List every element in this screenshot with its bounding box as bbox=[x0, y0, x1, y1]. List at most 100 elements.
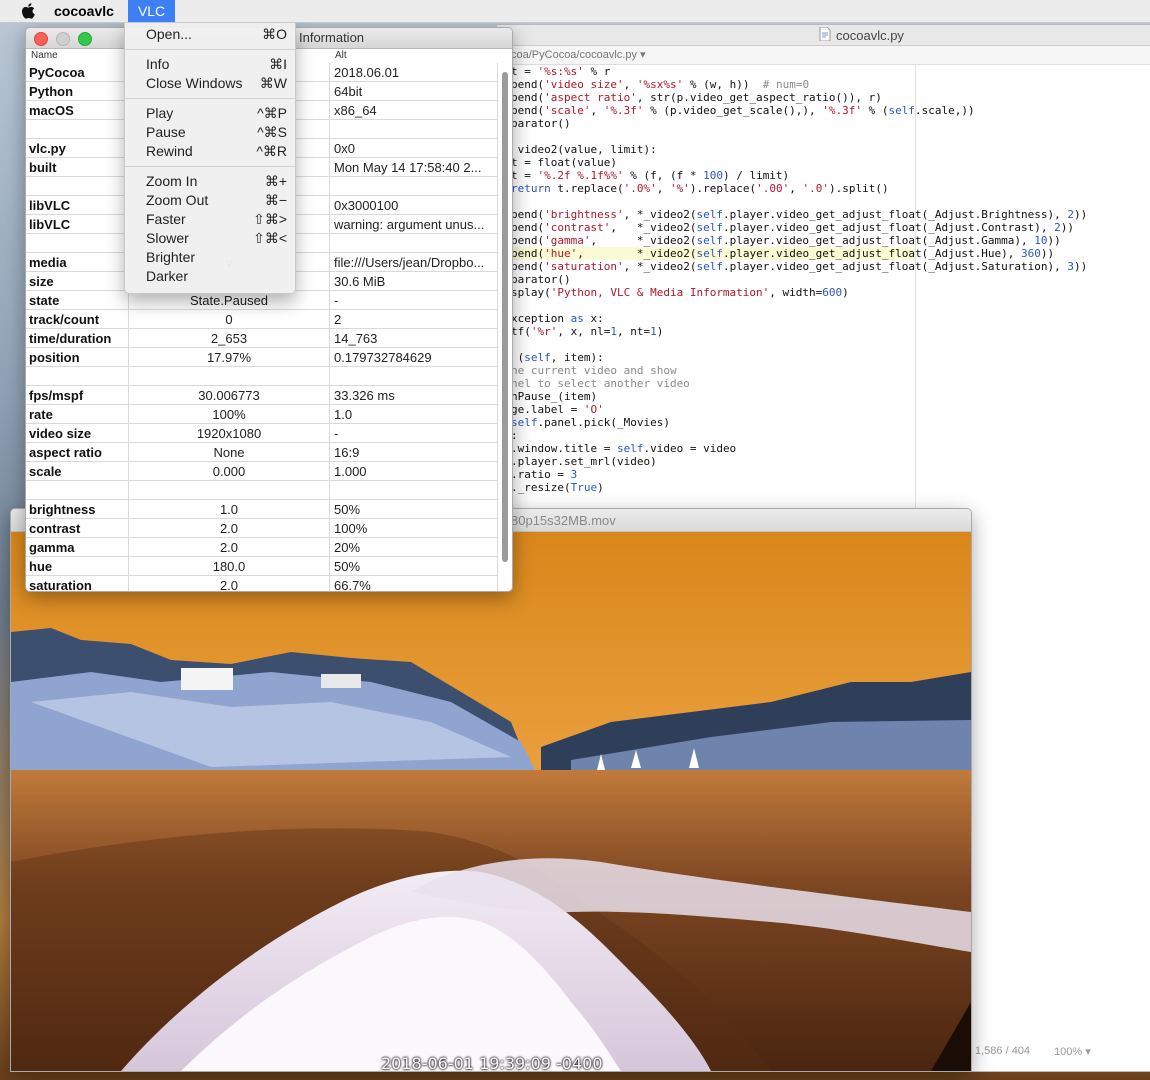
cell-alt: 1.0 bbox=[329, 404, 498, 424]
menu-item-label: Close Windows bbox=[146, 75, 243, 91]
apple-icon[interactable] bbox=[20, 3, 36, 19]
cell-value: 0.000 bbox=[128, 461, 330, 481]
cell-name: saturation bbox=[26, 575, 129, 591]
menu-item-darker[interactable]: Darker bbox=[125, 267, 295, 286]
scrollbar-thumb[interactable] bbox=[502, 72, 508, 562]
menu-item-close-windows[interactable]: Close Windows ⌘W bbox=[125, 74, 295, 93]
cell-name: macOS bbox=[26, 100, 129, 120]
editor-titlebar[interactable]: cocoavlc.py bbox=[497, 25, 1150, 46]
cell-alt: warning: argument unus... bbox=[329, 214, 498, 234]
menu-bar: cocoavlc VLC bbox=[0, 0, 1150, 23]
cell-alt: 1.000 bbox=[329, 461, 498, 481]
menu-item-label: Open... bbox=[146, 26, 192, 42]
cell-value: 2.0 bbox=[128, 575, 330, 591]
cell-name bbox=[26, 480, 129, 500]
cell-value: 0 bbox=[128, 309, 330, 329]
cell-value bbox=[128, 480, 330, 500]
cell-alt: 30.6 MiB bbox=[329, 271, 498, 291]
menu-item-label: Play bbox=[146, 105, 174, 121]
menu-item-shortcut: ⌘+ bbox=[264, 173, 287, 189]
menu-separator bbox=[125, 98, 295, 99]
table-row[interactable]: video size 1920x1080- bbox=[26, 423, 498, 443]
table-row[interactable]: rate 100% 1.0 bbox=[26, 404, 498, 424]
table-row[interactable]: aspect ratio None 16:9 bbox=[26, 442, 498, 462]
cell-value: 2.0 bbox=[128, 537, 330, 557]
menu-item-open[interactable]: Open... ⌘O bbox=[125, 25, 295, 44]
minimize-button[interactable] bbox=[56, 32, 70, 46]
editor-path: coa/PyCocoa/cocoavlc.py bbox=[511, 49, 637, 61]
cell-alt: 33.326 ms bbox=[329, 385, 498, 405]
close-button[interactable] bbox=[34, 32, 48, 46]
editor-title-text: cocoavlc.py bbox=[836, 28, 904, 43]
cursor-position: 1,586 / 404 bbox=[975, 1045, 1031, 1057]
video-image bbox=[11, 532, 971, 1071]
cell-alt: x86_64 bbox=[329, 100, 498, 120]
menu-item-shortcut: ⌘O bbox=[262, 26, 287, 42]
menu-item-shortcut: ⌘I bbox=[269, 56, 287, 72]
menu-item-faster[interactable]: Faster ⇧⌘> bbox=[125, 210, 295, 229]
column-header-name[interactable]: Name bbox=[31, 50, 58, 61]
menu-item-label: Slower bbox=[146, 230, 189, 246]
cell-alt: 50% bbox=[329, 499, 498, 519]
cell-name: rate bbox=[26, 404, 129, 424]
cell-value: 100% bbox=[128, 404, 330, 424]
vlc-dropdown-menu: Open... ⌘O Info ⌘I Close Windows ⌘W Play ^⌘P Pau… bbox=[124, 22, 296, 294]
cell-alt: Mon May 14 17:58:40 2... bbox=[329, 157, 498, 177]
menu-item-zoom-in[interactable]: Zoom In ⌘+ bbox=[125, 172, 295, 191]
menu-item-brighter[interactable]: Brighter bbox=[125, 248, 295, 267]
cell-name: PyCocoa bbox=[26, 63, 129, 82]
column-header-alt[interactable]: Alt bbox=[335, 50, 347, 61]
cell-alt: - bbox=[329, 423, 498, 443]
table-row[interactable]: scale 0.000 1.000 bbox=[26, 461, 498, 481]
menu-item-play[interactable]: Play ^⌘P bbox=[125, 104, 295, 123]
zoom-button[interactable] bbox=[78, 32, 92, 46]
video-timestamp: 2018-06-01 19:39:09 -0400 bbox=[381, 1054, 603, 1072]
cell-name: scale bbox=[26, 461, 129, 481]
menu-item-shortcut: ⌘W bbox=[259, 75, 287, 91]
table-row[interactable]: gamma 2.0 20% bbox=[26, 537, 498, 557]
menu-item-zoom-out[interactable]: Zoom Out ⌘− bbox=[125, 191, 295, 210]
table-row[interactable]: saturation 2.0 66.7% bbox=[26, 575, 498, 591]
menu-item-info[interactable]: Info ⌘I bbox=[125, 55, 295, 74]
app-menu[interactable]: cocoavlc bbox=[48, 3, 120, 19]
cell-alt: 0x3000100 bbox=[329, 195, 498, 215]
cell-name: built bbox=[26, 157, 129, 177]
video-window: 80p15s32MB.mov 2018-06-01 19:39:09 -0400 bbox=[10, 508, 972, 1072]
cell-alt bbox=[329, 119, 498, 139]
cell-name: vlc.py bbox=[26, 138, 129, 158]
menu-item-shortcut: ^⌘S bbox=[257, 124, 287, 140]
video-frame[interactable]: 2018-06-01 19:39:09 -0400 bbox=[11, 532, 971, 1071]
python-file-icon bbox=[819, 26, 831, 44]
cell-name: hue bbox=[26, 556, 129, 576]
table-row[interactable]: hue 180.0 50% bbox=[26, 556, 498, 576]
cell-value: 2_653 bbox=[128, 328, 330, 348]
table-row[interactable]: position 17.97% 0.179732784629 bbox=[26, 347, 498, 367]
cell-alt bbox=[329, 366, 498, 386]
editor-path-bar[interactable]: coa/PyCocoa/cocoavlc.py ▾ bbox=[497, 46, 1150, 65]
vertical-scrollbar[interactable] bbox=[502, 72, 508, 591]
vlc-menu[interactable]: VLC bbox=[127, 0, 176, 22]
cell-value bbox=[128, 366, 330, 386]
info-window-title: Information bbox=[299, 30, 365, 45]
cell-name: Python bbox=[26, 81, 129, 101]
menu-item-label: Info bbox=[146, 56, 170, 72]
menu-item-pause[interactable]: Pause ^⌘S bbox=[125, 123, 295, 142]
table-row[interactable]: brightness 1.0 50% bbox=[26, 499, 498, 519]
cell-alt bbox=[329, 480, 498, 500]
table-row[interactable]: track/count 0 2 bbox=[26, 309, 498, 329]
table-row[interactable]: time/duration 2_653 14_763 bbox=[26, 328, 498, 348]
menu-item-shortcut: ⇧⌘< bbox=[253, 230, 287, 246]
cell-name: track/count bbox=[26, 309, 129, 329]
table-row[interactable] bbox=[26, 366, 498, 386]
table-row[interactable]: fps/mspf 30.006773 33.326 ms bbox=[26, 385, 498, 405]
cell-alt: 20% bbox=[329, 537, 498, 557]
table-row[interactable]: contrast 2.0 100% bbox=[26, 518, 498, 538]
menu-item-slower[interactable]: Slower ⇧⌘< bbox=[125, 229, 295, 248]
cell-name bbox=[26, 119, 129, 139]
zoom-level[interactable]: 100% ▾ bbox=[1054, 1045, 1091, 1058]
cell-alt bbox=[329, 233, 498, 253]
cell-name: time/duration bbox=[26, 328, 129, 348]
menu-item-shortcut: ⇧⌘> bbox=[253, 211, 287, 227]
table-row[interactable] bbox=[26, 480, 498, 500]
menu-item-rewind[interactable]: Rewind ^⌘R bbox=[125, 142, 295, 161]
